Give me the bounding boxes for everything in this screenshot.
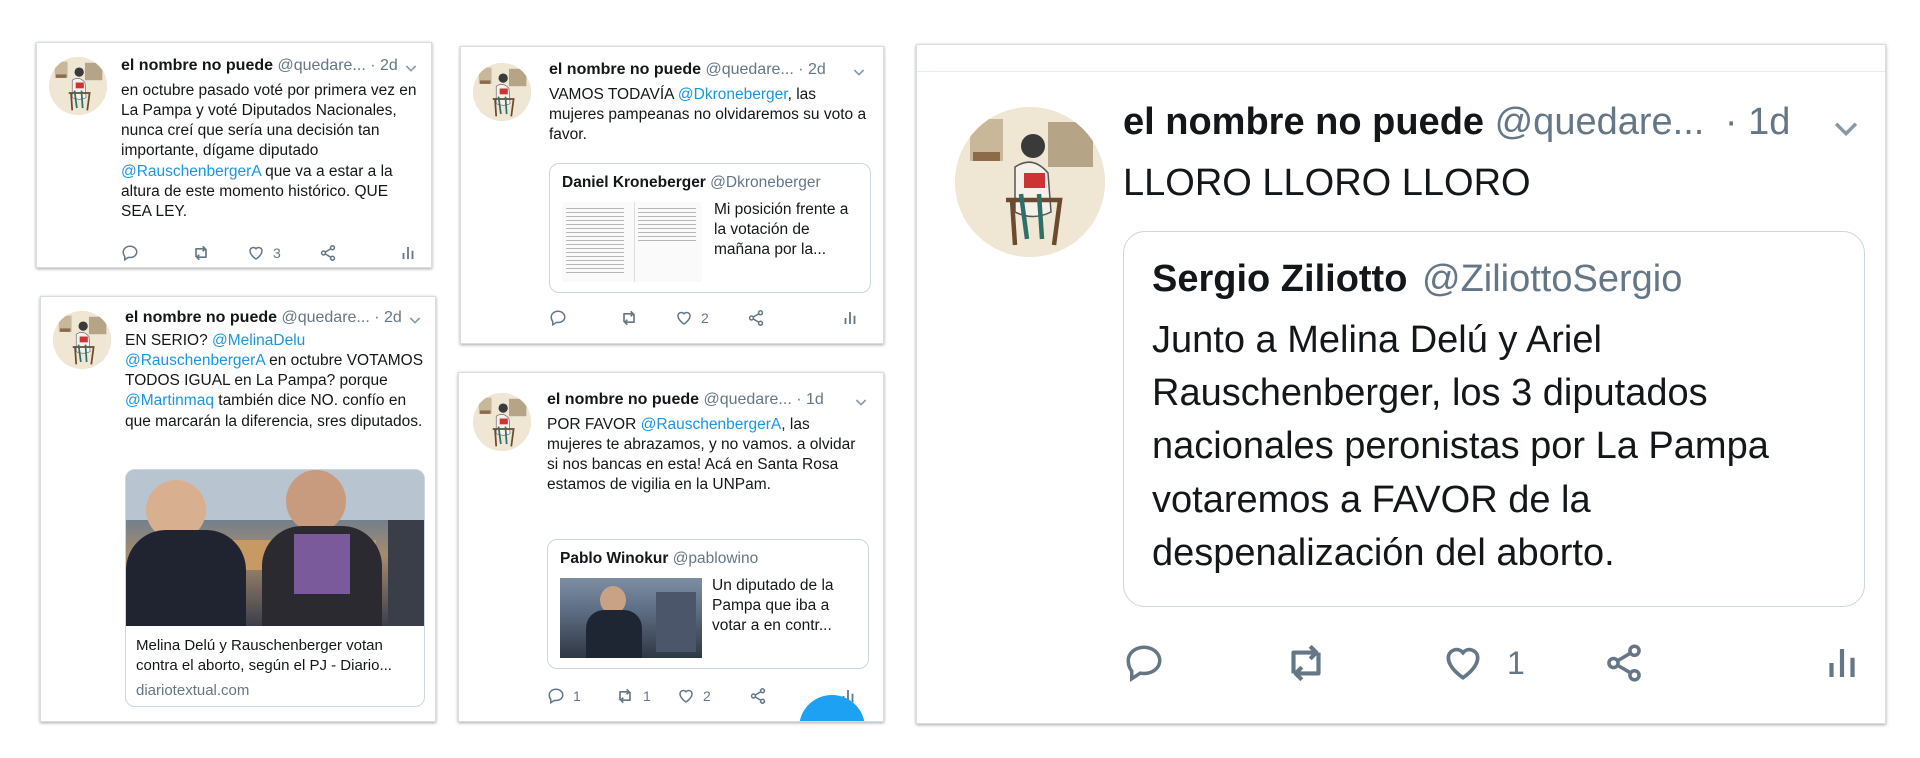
share-icon[interactable] — [1603, 642, 1821, 684]
analytics-icon[interactable] — [1821, 642, 1863, 684]
link-domain: diariotextual.com — [136, 682, 250, 699]
like-icon — [1441, 641, 1485, 685]
retweet-button[interactable]: 1 — [615, 686, 677, 706]
quoted-text: Mi posición frente a la votación de maña… — [714, 201, 849, 259]
retweet-icon — [615, 686, 635, 706]
tweet-card-3[interactable]: el nombre no puede @quedare... · 2d VAMO… — [460, 46, 884, 344]
link-title: Melina Delú y Rauschenberger votan contr… — [136, 637, 392, 674]
quoted-tweet[interactable]: Daniel Kroneberger @Dkroneberger Mi posi… — [549, 163, 871, 293]
quoted-author-name: Sergio Ziliotto — [1152, 258, 1408, 300]
author-name[interactable]: el nombre no puede — [547, 391, 699, 408]
mention-link[interactable]: @MelinaDelu — [212, 332, 305, 349]
author-handle[interactable]: @quedare... — [277, 57, 365, 74]
quoted-text: Junto a Melina Delú y Ariel Rauschenberg… — [1152, 319, 1769, 574]
top-divider — [917, 71, 1885, 72]
author-handle[interactable]: @quedare... — [1495, 101, 1705, 143]
tweet-card-5[interactable]: el nombre no puede @quedare... · 1d LLOR… — [916, 44, 1886, 724]
separator-dot: · — [798, 61, 804, 78]
like-count: 3 — [273, 245, 281, 261]
share-icon[interactable] — [747, 309, 841, 327]
avatar[interactable] — [53, 311, 111, 369]
retweet-icon[interactable] — [191, 243, 247, 263]
chevron-down-icon[interactable] — [407, 312, 423, 328]
quoted-author-handle: @pablowino — [672, 550, 759, 567]
tweet-text: LLORO LLORO LLORO — [1123, 162, 1531, 204]
reply-icon[interactable] — [549, 309, 619, 327]
like-button[interactable]: 2 — [675, 309, 747, 327]
retweet-count: 1 — [643, 688, 651, 704]
like-count: 1 — [1507, 644, 1525, 681]
like-icon — [677, 687, 695, 705]
like-count: 2 — [703, 688, 711, 704]
reply-icon — [547, 687, 565, 705]
chevron-down-icon[interactable] — [853, 394, 869, 410]
analytics-icon[interactable] — [841, 309, 859, 327]
quoted-document-image — [562, 202, 702, 282]
separator-dot: · — [374, 309, 380, 326]
quoted-author-name: Pablo Winokur — [560, 550, 669, 567]
mention-link[interactable]: @Martinmaq — [125, 392, 214, 409]
avatar[interactable] — [473, 393, 531, 451]
tweet-card-2[interactable]: el nombre no puede @quedare... · 2d EN S… — [40, 296, 436, 722]
quoted-tweet[interactable]: Sergio Ziliotto @ZiliottoSergio Junto a … — [1123, 231, 1865, 607]
reply-button[interactable]: 1 — [547, 687, 615, 705]
quoted-author-name: Daniel Kroneberger — [562, 174, 706, 191]
reply-icon[interactable] — [121, 244, 191, 262]
timestamp[interactable]: 1d — [1748, 101, 1790, 143]
link-preview-card[interactable]: Melina Delú y Rauschenberger votan contr… — [125, 469, 425, 707]
author-name[interactable]: el nombre no puede — [1123, 101, 1484, 143]
tweet-text: EN SERIO? @MelinaDelu @RauschenbergerA e… — [125, 332, 424, 430]
link-preview-image — [126, 470, 424, 626]
analytics-icon[interactable] — [399, 244, 417, 262]
timestamp[interactable]: 1d — [806, 391, 824, 408]
quoted-author-handle: @ZiliottoSergio — [1422, 258, 1683, 300]
avatar[interactable] — [49, 57, 107, 115]
like-icon — [247, 244, 265, 262]
tweet-card-4[interactable]: el nombre no puede @quedare... · 1d POR … — [458, 372, 884, 722]
chevron-down-icon[interactable] — [1829, 111, 1863, 145]
quoted-text: Un diputado de la Pampa que iba a votar … — [712, 577, 834, 635]
timestamp[interactable]: 2d — [384, 309, 402, 326]
author-name[interactable]: el nombre no puede — [121, 57, 273, 74]
like-count: 2 — [701, 310, 709, 326]
author-handle[interactable]: @quedare... — [703, 391, 791, 408]
chevron-down-icon[interactable] — [851, 64, 867, 80]
share-icon[interactable] — [319, 244, 399, 262]
author-name[interactable]: el nombre no puede — [125, 309, 277, 326]
tweet-text: en octubre pasado voté por primera vez e… — [121, 82, 417, 220]
separator-dot: · — [370, 57, 376, 74]
quoted-author-handle: @Dkroneberger — [710, 174, 821, 191]
quoted-tweet[interactable]: Pablo Winokur @pablowino Un diputado de … — [547, 539, 869, 669]
like-button[interactable]: 3 — [247, 244, 319, 262]
tweet-card-1[interactable]: el nombre no puede @quedare... · 2d en o… — [36, 42, 432, 268]
avatar[interactable] — [955, 107, 1105, 257]
retweet-icon[interactable] — [619, 308, 675, 328]
chevron-down-icon[interactable] — [403, 60, 419, 76]
mention-link[interactable]: @RauschenbergerA — [121, 163, 261, 180]
like-button[interactable]: 1 — [1441, 641, 1603, 685]
quoted-photo — [560, 578, 702, 658]
mention-link[interactable]: @RauschenbergerA — [641, 416, 782, 433]
author-handle[interactable]: @quedare... — [281, 309, 369, 326]
retweet-icon[interactable] — [1281, 638, 1441, 688]
separator-dot: · — [1724, 101, 1738, 143]
like-icon — [675, 309, 693, 327]
like-button[interactable]: 2 — [677, 687, 749, 705]
mention-link[interactable]: @RauschenbergerA — [125, 352, 265, 369]
author-handle[interactable]: @quedare... — [705, 61, 793, 78]
author-name[interactable]: el nombre no puede — [549, 61, 701, 78]
reply-count: 1 — [573, 688, 581, 704]
tweet-text: VAMOS TODAVÍA @Dkroneberger, las mujeres… — [549, 86, 867, 144]
separator-dot: · — [796, 391, 802, 408]
tweet-text: POR FAVOR @RauschenbergerA, las mujeres … — [547, 416, 856, 494]
avatar[interactable] — [473, 63, 531, 121]
mention-link[interactable]: @Dkroneberger — [678, 86, 788, 103]
reply-icon[interactable] — [1123, 642, 1281, 684]
timestamp[interactable]: 2d — [808, 61, 826, 78]
timestamp[interactable]: 2d — [380, 57, 398, 74]
